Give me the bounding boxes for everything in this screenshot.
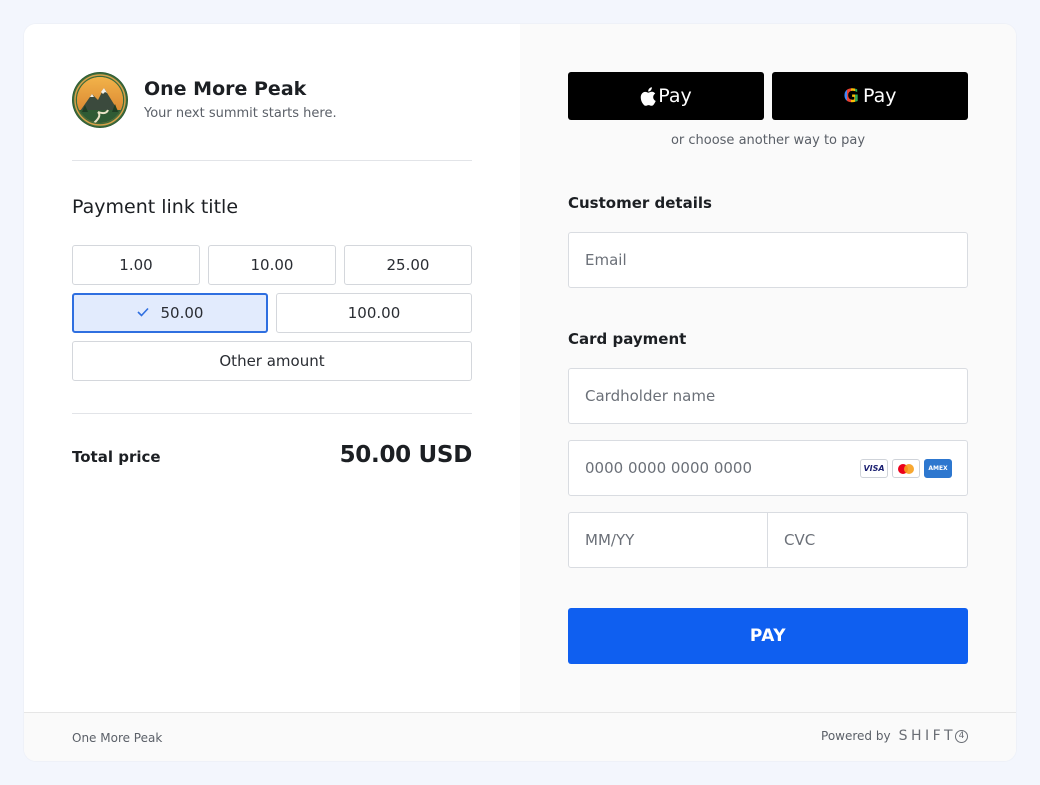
mastercard-icon bbox=[892, 459, 920, 478]
header-divider bbox=[72, 160, 472, 161]
card-number-field[interactable]: 0000 0000 0000 0000 VISA AMEX bbox=[568, 440, 968, 496]
amex-icon: AMEX bbox=[924, 459, 952, 478]
merchant-name: One More Peak bbox=[144, 78, 307, 100]
order-summary-panel: One More Peak Your next summit starts he… bbox=[24, 24, 520, 712]
other-amount-button[interactable]: Other amount bbox=[72, 341, 472, 381]
merchant-logo bbox=[72, 72, 128, 128]
amount-label: 10.00 bbox=[250, 256, 294, 274]
payment-panel: Pay G Pay or choose another way to pay C… bbox=[520, 24, 1016, 712]
pay-button[interactable]: PAY bbox=[568, 608, 968, 664]
amount-label: 1.00 bbox=[119, 256, 153, 274]
amount-label: 50.00 bbox=[160, 304, 204, 322]
cardholder-name-field[interactable]: Cardholder name bbox=[568, 368, 968, 424]
email-placeholder: Email bbox=[585, 251, 627, 269]
total-price-value: 50.00 USD bbox=[339, 442, 473, 468]
cvc-placeholder: CVC bbox=[784, 531, 816, 549]
shift4-digit-icon: 4 bbox=[955, 729, 968, 743]
amount-option-100[interactable]: 100.00 bbox=[276, 293, 472, 333]
footer-merchant-name: One More Peak bbox=[72, 731, 163, 745]
amounts-divider bbox=[72, 413, 472, 414]
alternative-payment-text: or choose another way to pay bbox=[670, 133, 866, 148]
cardholder-name-placeholder: Cardholder name bbox=[585, 387, 716, 405]
amount-option-1[interactable]: 1.00 bbox=[72, 245, 200, 285]
merchant-tagline: Your next summit starts here. bbox=[144, 106, 337, 121]
mountain-logo-icon bbox=[73, 73, 127, 127]
google-g-icon: G bbox=[843, 85, 860, 107]
email-field[interactable]: Email bbox=[568, 232, 968, 288]
card-number-placeholder: 0000 0000 0000 0000 bbox=[585, 459, 752, 477]
amount-option-25[interactable]: 25.00 bbox=[344, 245, 472, 285]
amount-label: 100.00 bbox=[347, 304, 401, 322]
amount-option-10[interactable]: 10.00 bbox=[208, 245, 336, 285]
apple-pay-label: Pay bbox=[658, 85, 692, 107]
amount-label: 25.00 bbox=[386, 256, 430, 274]
checkout-card: One More Peak Your next summit starts he… bbox=[24, 24, 1016, 761]
amount-option-50[interactable]: 50.00 bbox=[72, 293, 268, 333]
card-payment-heading: Card payment bbox=[568, 330, 687, 348]
apple-pay-button[interactable]: Pay bbox=[568, 72, 764, 120]
customer-details-heading: Customer details bbox=[568, 194, 712, 212]
other-amount-label: Other amount bbox=[219, 352, 325, 370]
total-price-label: Total price bbox=[72, 448, 161, 466]
shift4-logo: SHIFT bbox=[898, 728, 956, 744]
google-pay-button[interactable]: G Pay bbox=[772, 72, 968, 120]
expiry-placeholder: MM/YY bbox=[585, 531, 635, 549]
visa-icon: VISA bbox=[860, 459, 888, 478]
cvc-field[interactable]: CVC bbox=[768, 512, 968, 568]
apple-icon bbox=[640, 86, 656, 106]
expiry-field[interactable]: MM/YY bbox=[568, 512, 768, 568]
google-pay-label: Pay bbox=[863, 85, 897, 107]
check-icon bbox=[136, 306, 149, 321]
payment-link-title: Payment link title bbox=[72, 196, 239, 218]
card-brand-icons: VISA AMEX bbox=[860, 459, 952, 478]
powered-by: Powered by SHIFT 4 bbox=[821, 728, 968, 744]
footer: One More Peak Powered by SHIFT 4 bbox=[24, 712, 1016, 761]
powered-by-label: Powered by bbox=[821, 729, 891, 743]
